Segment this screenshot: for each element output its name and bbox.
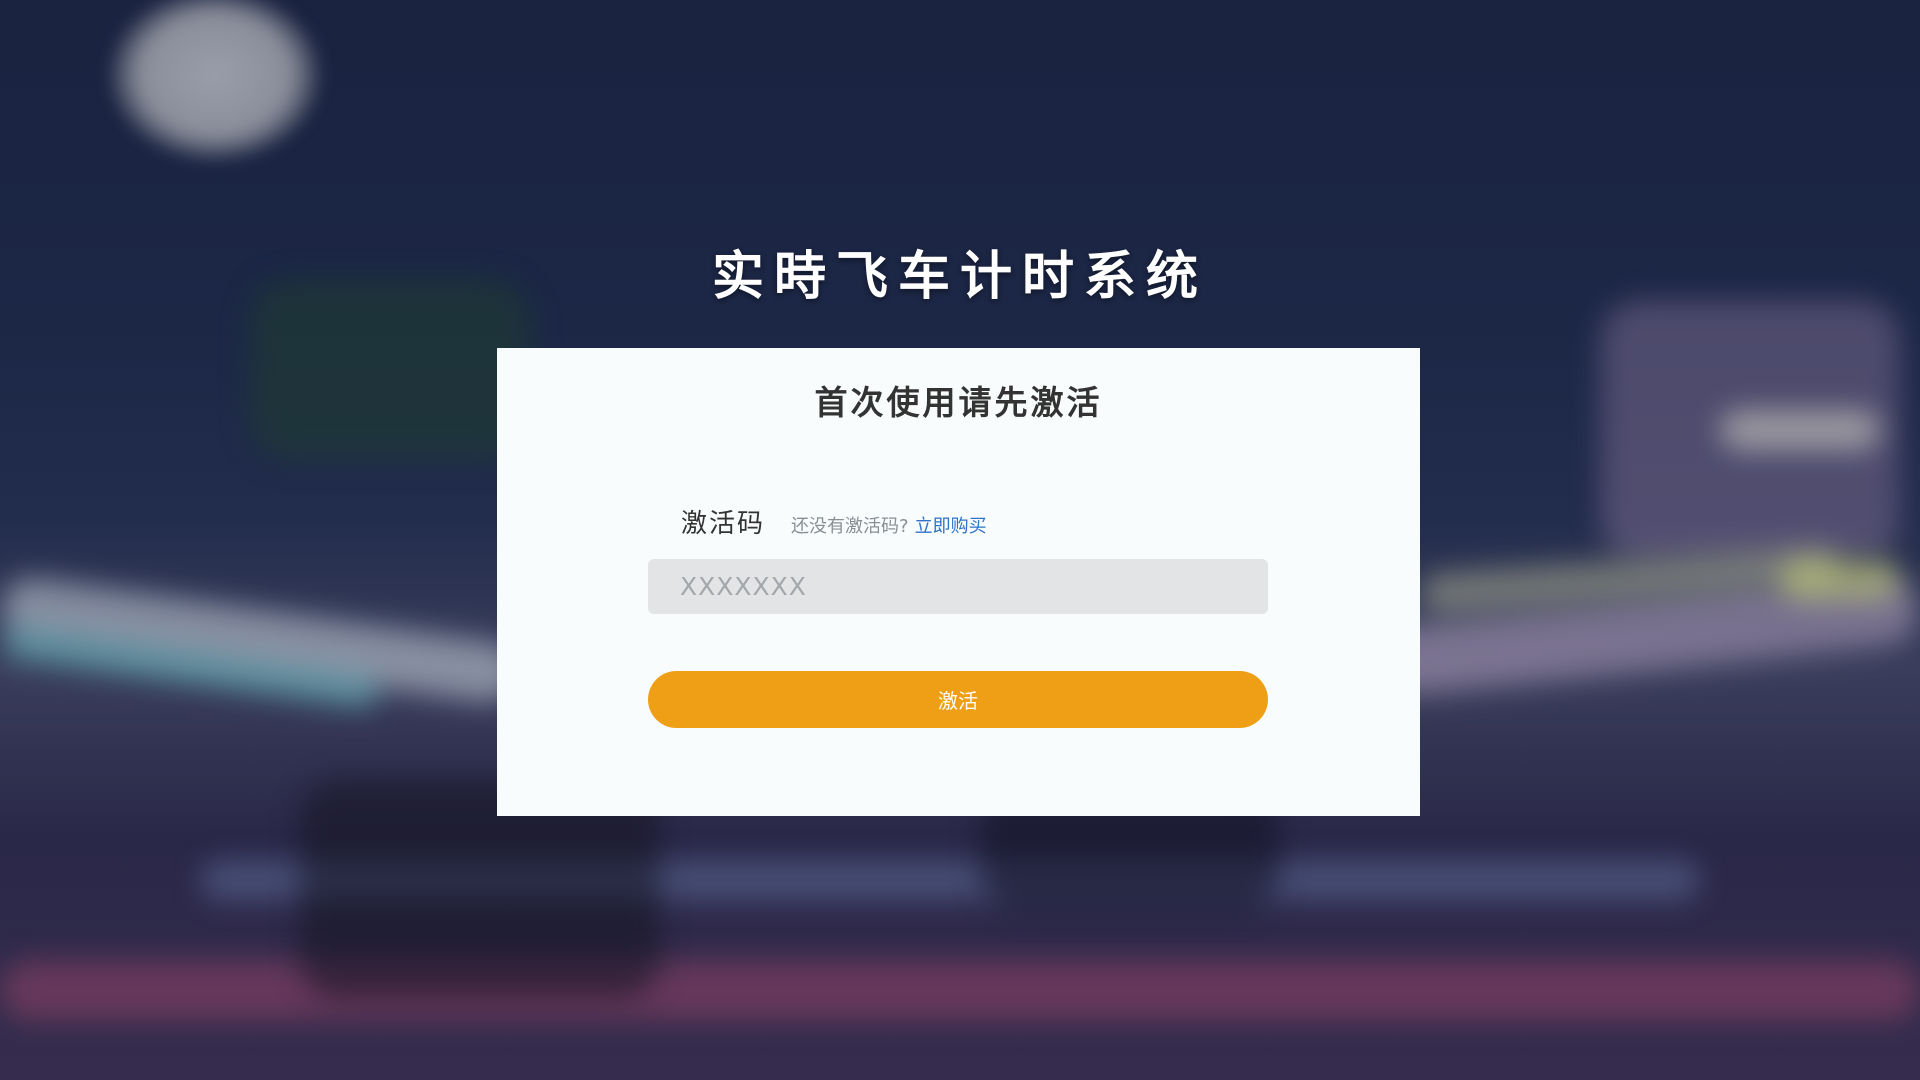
no-code-hint: 还没有激活码?: [791, 516, 909, 537]
activation-code-label-row: 激活码 还没有激活码? 立即购买: [681, 503, 987, 540]
app-title: 实時飞车计时系统: [711, 247, 1208, 307]
moon-glow: [110, 0, 320, 160]
buy-now-link[interactable]: 立即购买: [915, 512, 987, 538]
login-screen: 实時飞车计时系统 首次使用请先激活 激活码 还没有激活码? 立即购买 激活: [0, 0, 1920, 1080]
activate-button[interactable]: 激活: [648, 671, 1268, 728]
activation-code-label: 激活码: [681, 509, 766, 539]
activation-heading: 首次使用请先激活: [814, 383, 1103, 422]
activation-card: 首次使用请先激活 激活码 还没有激活码? 立即购买 激活: [497, 348, 1420, 816]
activation-code-input[interactable]: [648, 559, 1268, 614]
